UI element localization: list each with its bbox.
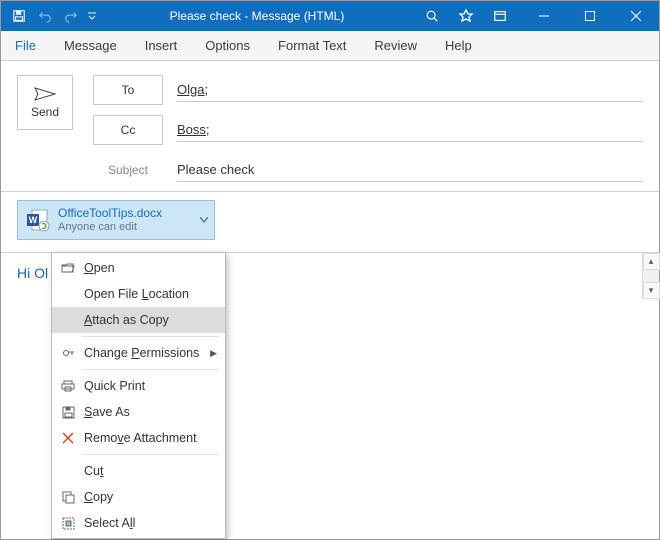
tab-help[interactable]: Help — [431, 31, 486, 60]
attachment-bar: W OfficeToolTips.docx Anyone can edit — [1, 192, 659, 253]
menu-attach-as-copy[interactable]: Attach as Copy — [52, 307, 225, 333]
ribbon-tabs: File Message Insert Options Format Text … — [1, 31, 659, 61]
word-doc-icon: W — [24, 206, 52, 234]
coming-soon-icon[interactable] — [449, 1, 483, 31]
remove-icon — [58, 432, 78, 444]
ribbon-display-icon[interactable] — [483, 1, 517, 31]
menu-separator — [82, 369, 219, 370]
attachment-chip[interactable]: W OfficeToolTips.docx Anyone can edit — [17, 200, 215, 240]
submenu-arrow-icon: ▶ — [210, 348, 217, 359]
menu-select-all[interactable]: Select All — [52, 510, 225, 536]
subject-field[interactable]: Please check — [177, 158, 643, 182]
tab-format-text[interactable]: Format Text — [264, 31, 360, 60]
save-icon — [58, 406, 78, 419]
chevron-down-icon[interactable] — [200, 217, 208, 223]
tab-review[interactable]: Review — [360, 31, 431, 60]
quick-access-toolbar — [1, 4, 99, 28]
tab-file[interactable]: File — [1, 31, 50, 60]
redo-icon[interactable] — [59, 4, 83, 28]
menu-copy[interactable]: Copy — [52, 484, 225, 510]
subject-label: Subject — [93, 163, 163, 177]
cc-recipient: Boss — [177, 122, 206, 137]
search-icon[interactable] — [415, 1, 449, 31]
title-bar: Please check - Message (HTML) — [1, 1, 659, 31]
qat-dropdown-icon[interactable] — [85, 4, 99, 28]
window-controls — [521, 1, 659, 31]
scroll-up-icon[interactable]: ▴ — [643, 253, 660, 270]
cc-button[interactable]: Cc — [93, 115, 163, 145]
svg-text:W: W — [29, 215, 38, 225]
attachment-context-menu: Open Open File Location Attach as Copy C… — [51, 252, 226, 539]
menu-quick-print[interactable]: Quick Print — [52, 373, 225, 399]
menu-separator — [82, 454, 219, 455]
minimize-button[interactable] — [521, 1, 567, 31]
attachment-subtitle: Anyone can edit — [58, 221, 162, 233]
tab-insert[interactable]: Insert — [131, 31, 192, 60]
tab-message[interactable]: Message — [50, 31, 131, 60]
send-label: Send — [31, 105, 59, 119]
copy-icon — [58, 491, 78, 504]
menu-change-permissions[interactable]: Change Permissions ▶ — [52, 340, 225, 366]
compose-header: Send To Olga; Cc Boss; Subject Please ch… — [1, 61, 659, 192]
menu-open[interactable]: Open — [52, 255, 225, 281]
permissions-icon — [58, 346, 78, 360]
to-field[interactable]: Olga; — [177, 78, 643, 102]
cc-field[interactable]: Boss; — [177, 118, 643, 142]
title-bar-tools — [415, 1, 517, 31]
save-icon[interactable] — [7, 4, 31, 28]
send-button[interactable]: Send — [17, 75, 73, 130]
tab-options[interactable]: Options — [191, 31, 264, 60]
menu-save-as[interactable]: Save As — [52, 399, 225, 425]
window-title: Please check - Message (HTML) — [99, 9, 415, 23]
maximize-button[interactable] — [567, 1, 613, 31]
select-all-icon — [58, 517, 78, 530]
attachment-name: OfficeToolTips.docx — [58, 207, 162, 220]
scroll-down-icon[interactable]: ▾ — [643, 282, 660, 299]
folder-open-icon — [58, 262, 78, 274]
print-icon — [58, 379, 78, 393]
menu-open-file-location[interactable]: Open File Location — [52, 281, 225, 307]
subject-value: Please check — [177, 162, 254, 177]
to-recipient: Olga — [177, 82, 204, 97]
to-button[interactable]: To — [93, 75, 163, 105]
undo-icon[interactable] — [33, 4, 57, 28]
close-button[interactable] — [613, 1, 659, 31]
menu-cut[interactable]: Cut — [52, 458, 225, 484]
menu-separator — [82, 336, 219, 337]
vertical-scrollbar[interactable]: ▴ ▾ — [642, 253, 659, 299]
menu-remove-attachment[interactable]: Remove Attachment — [52, 425, 225, 451]
